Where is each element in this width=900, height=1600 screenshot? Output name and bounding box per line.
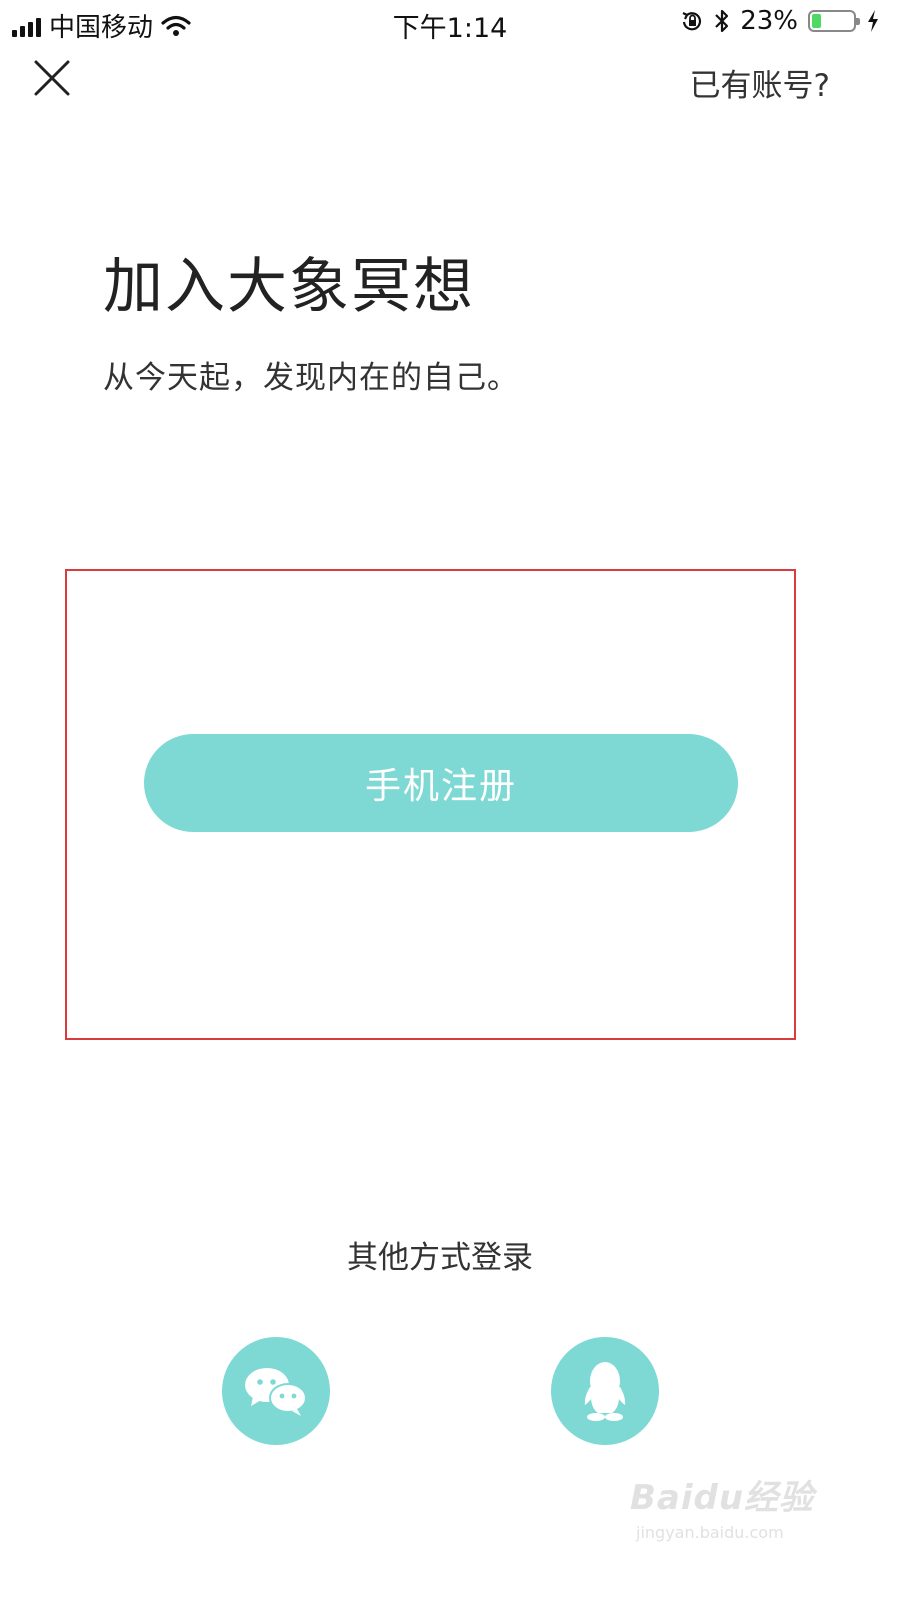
phone-register-label: 手机注册: [364, 766, 517, 807]
qq-icon: [584, 1362, 626, 1421]
charging-icon: [868, 10, 878, 32]
close-icon: [34, 60, 70, 96]
phone-register-button[interactable]: 手机注册: [144, 734, 738, 832]
wechat-login-button[interactable]: [222, 1337, 330, 1445]
bluetooth-icon: [715, 9, 729, 33]
battery-fill: [812, 14, 821, 28]
battery-percent: 23%: [740, 6, 798, 36]
close-button[interactable]: [30, 56, 74, 100]
watermark-brand: Baidu经验: [630, 1478, 815, 1518]
baidu-watermark: Baidu经验 jingyan.baidu.com: [630, 1470, 840, 1550]
orientation-lock-icon: [682, 12, 702, 31]
battery-icon: [808, 10, 860, 32]
page-subtitle: 从今天起，发现内在的自己。: [103, 360, 519, 396]
qq-login-button[interactable]: [551, 1337, 659, 1445]
other-login-title: 其他方式登录: [347, 1240, 533, 1276]
watermark-url: jingyan.baidu.com: [636, 1523, 784, 1542]
wechat-icon: [245, 1368, 307, 1416]
status-bar: 中国移动 下午1:14 23%: [0, 0, 900, 44]
existing-account-link[interactable]: 已有账号?: [690, 60, 830, 105]
status-right: 23%: [680, 6, 880, 36]
page-title: 加入大象冥想: [103, 252, 475, 322]
